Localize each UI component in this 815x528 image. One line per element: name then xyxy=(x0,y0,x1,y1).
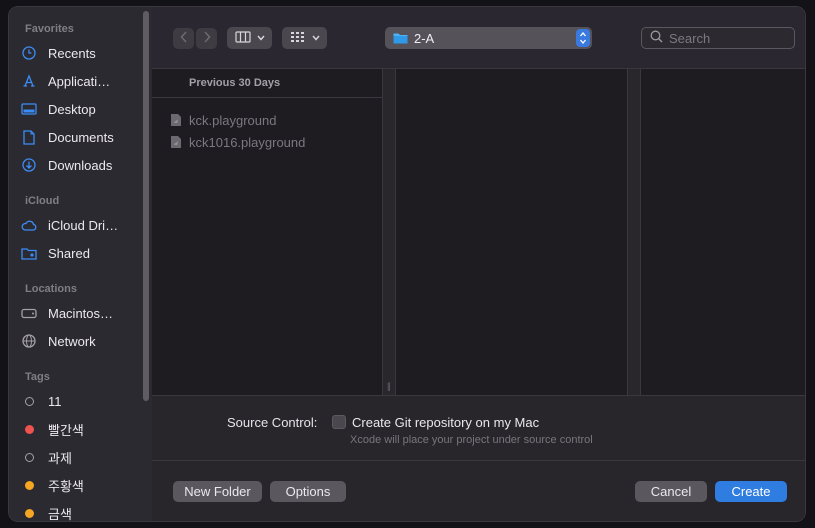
sidebar-tag-red[interactable]: 빨간색 xyxy=(21,418,139,440)
sidebar-item-label: 빨간색 xyxy=(48,422,84,438)
tag-dot-icon xyxy=(21,393,37,409)
browser-column: Previous 30 Days kck.playground kck1016.… xyxy=(152,69,382,395)
options-panel: Source Control: Create Git repository on… xyxy=(152,395,805,461)
create-button[interactable]: Create xyxy=(715,481,787,502)
download-icon xyxy=(21,157,37,173)
desktop-icon xyxy=(21,101,37,117)
globe-icon xyxy=(21,333,37,349)
sidebar-item-desktop[interactable]: Desktop xyxy=(21,98,139,120)
sidebar-tag-gold[interactable]: 금색 xyxy=(21,502,139,522)
sidebar-item-label: 금색 xyxy=(48,506,72,522)
sidebar-item-documents[interactable]: Documents xyxy=(21,126,139,148)
column-resize-handle[interactable]: || xyxy=(382,69,396,395)
disk-icon xyxy=(21,305,37,321)
resize-grip-icon: || xyxy=(387,381,391,391)
search-field[interactable] xyxy=(641,27,795,49)
clock-icon xyxy=(21,45,37,61)
sidebar-section-locations: Locations xyxy=(25,283,77,295)
tag-dot-icon xyxy=(21,449,37,465)
applications-icon xyxy=(21,73,37,89)
toolbar: 2-A xyxy=(152,7,805,69)
back-button[interactable] xyxy=(173,28,194,49)
location-label: 2-A xyxy=(414,30,435,46)
tag-dot-icon xyxy=(21,421,37,437)
cancel-button[interactable]: Cancel xyxy=(635,481,707,502)
playground-file-icon xyxy=(170,135,182,149)
sidebar-item-shared[interactable]: Shared xyxy=(21,242,139,264)
main-panel: 2-A Previous 30 Days kck.playg xyxy=(152,7,805,521)
sidebar-item-label: Network xyxy=(48,333,96,349)
sidebar-tag-11[interactable]: 11 xyxy=(21,390,139,412)
sidebar-item-label: iCloud Dri… xyxy=(48,217,119,233)
sidebar-item-label: Recents xyxy=(48,45,96,61)
column-header: Previous 30 Days xyxy=(152,69,382,98)
sidebar-item-label: Applicati… xyxy=(48,73,111,89)
sidebar-tag-assignment[interactable]: 과제 xyxy=(21,446,139,468)
sidebar-item-label: Shared xyxy=(48,245,90,261)
sidebar-item-label: Downloads xyxy=(48,157,113,173)
git-repo-hint: Xcode will place your project under sour… xyxy=(350,434,593,446)
chevron-left-icon xyxy=(179,31,188,46)
shared-folder-icon xyxy=(21,245,37,261)
column-browser: Previous 30 Days kck.playground kck1016.… xyxy=(152,69,805,395)
group-button[interactable] xyxy=(282,27,327,49)
folder-icon xyxy=(393,32,408,44)
file-name: kck1016.playground xyxy=(189,134,306,150)
sidebar-item-label: Macintos… xyxy=(48,305,114,321)
tag-dot-icon xyxy=(21,477,37,493)
column-resize-handle[interactable] xyxy=(627,69,641,395)
sidebar-item-downloads[interactable]: Downloads xyxy=(21,154,139,176)
chevron-right-icon xyxy=(203,31,211,46)
sidebar: Favorites Recents Applicati… Desktop Doc… xyxy=(9,7,152,521)
sidebar-section-favorites: Favorites xyxy=(25,23,74,35)
sidebar-item-label: 11 xyxy=(48,393,62,409)
sidebar-item-icloud-drive[interactable]: iCloud Dri… xyxy=(21,214,139,236)
tag-dot-icon xyxy=(21,505,37,521)
save-dialog: Favorites Recents Applicati… Desktop Doc… xyxy=(8,6,806,522)
file-item[interactable]: kck.playground xyxy=(170,110,276,130)
source-control-label: Source Control: xyxy=(227,415,318,430)
sidebar-section-icloud: iCloud xyxy=(25,195,60,207)
document-icon xyxy=(21,129,37,145)
sidebar-item-recents[interactable]: Recents xyxy=(21,42,139,64)
file-name: kck.playground xyxy=(189,112,277,128)
chevron-down-icon xyxy=(256,33,265,44)
column-view-button[interactable] xyxy=(227,27,272,49)
git-repo-checkbox-label[interactable]: Create Git repository on my Mac xyxy=(352,415,539,430)
sidebar-item-applications[interactable]: Applicati… xyxy=(21,70,139,92)
sidebar-item-label: Documents xyxy=(48,129,114,145)
sidebar-item-label: 주황색 xyxy=(48,478,84,494)
sidebar-scrollbar[interactable] xyxy=(143,11,149,401)
location-popup[interactable]: 2-A xyxy=(385,27,592,49)
updown-chevron-icon xyxy=(576,29,590,47)
playground-file-icon xyxy=(170,113,182,127)
chevron-down-icon xyxy=(311,33,320,44)
forward-button[interactable] xyxy=(196,28,217,49)
file-item[interactable]: kck1016.playground xyxy=(170,132,305,152)
sidebar-tag-orange[interactable]: 주황색 xyxy=(21,474,139,496)
sidebar-section-tags: Tags xyxy=(25,371,50,383)
column-view-icon xyxy=(234,30,251,46)
sidebar-item-macintosh-hd[interactable]: Macintos… xyxy=(21,302,139,324)
git-repo-checkbox[interactable] xyxy=(332,415,346,429)
options-button[interactable]: Options xyxy=(270,481,346,502)
sidebar-item-label: 과제 xyxy=(48,450,72,466)
new-folder-button[interactable]: New Folder xyxy=(173,481,262,502)
search-input[interactable] xyxy=(669,30,789,46)
sidebar-item-network[interactable]: Network xyxy=(21,330,139,352)
grid-icon xyxy=(290,31,306,46)
search-icon xyxy=(650,30,663,46)
bottom-bar: New Folder Options Cancel Create xyxy=(152,461,805,521)
cloud-icon xyxy=(21,217,37,233)
sidebar-item-label: Desktop xyxy=(48,101,96,117)
